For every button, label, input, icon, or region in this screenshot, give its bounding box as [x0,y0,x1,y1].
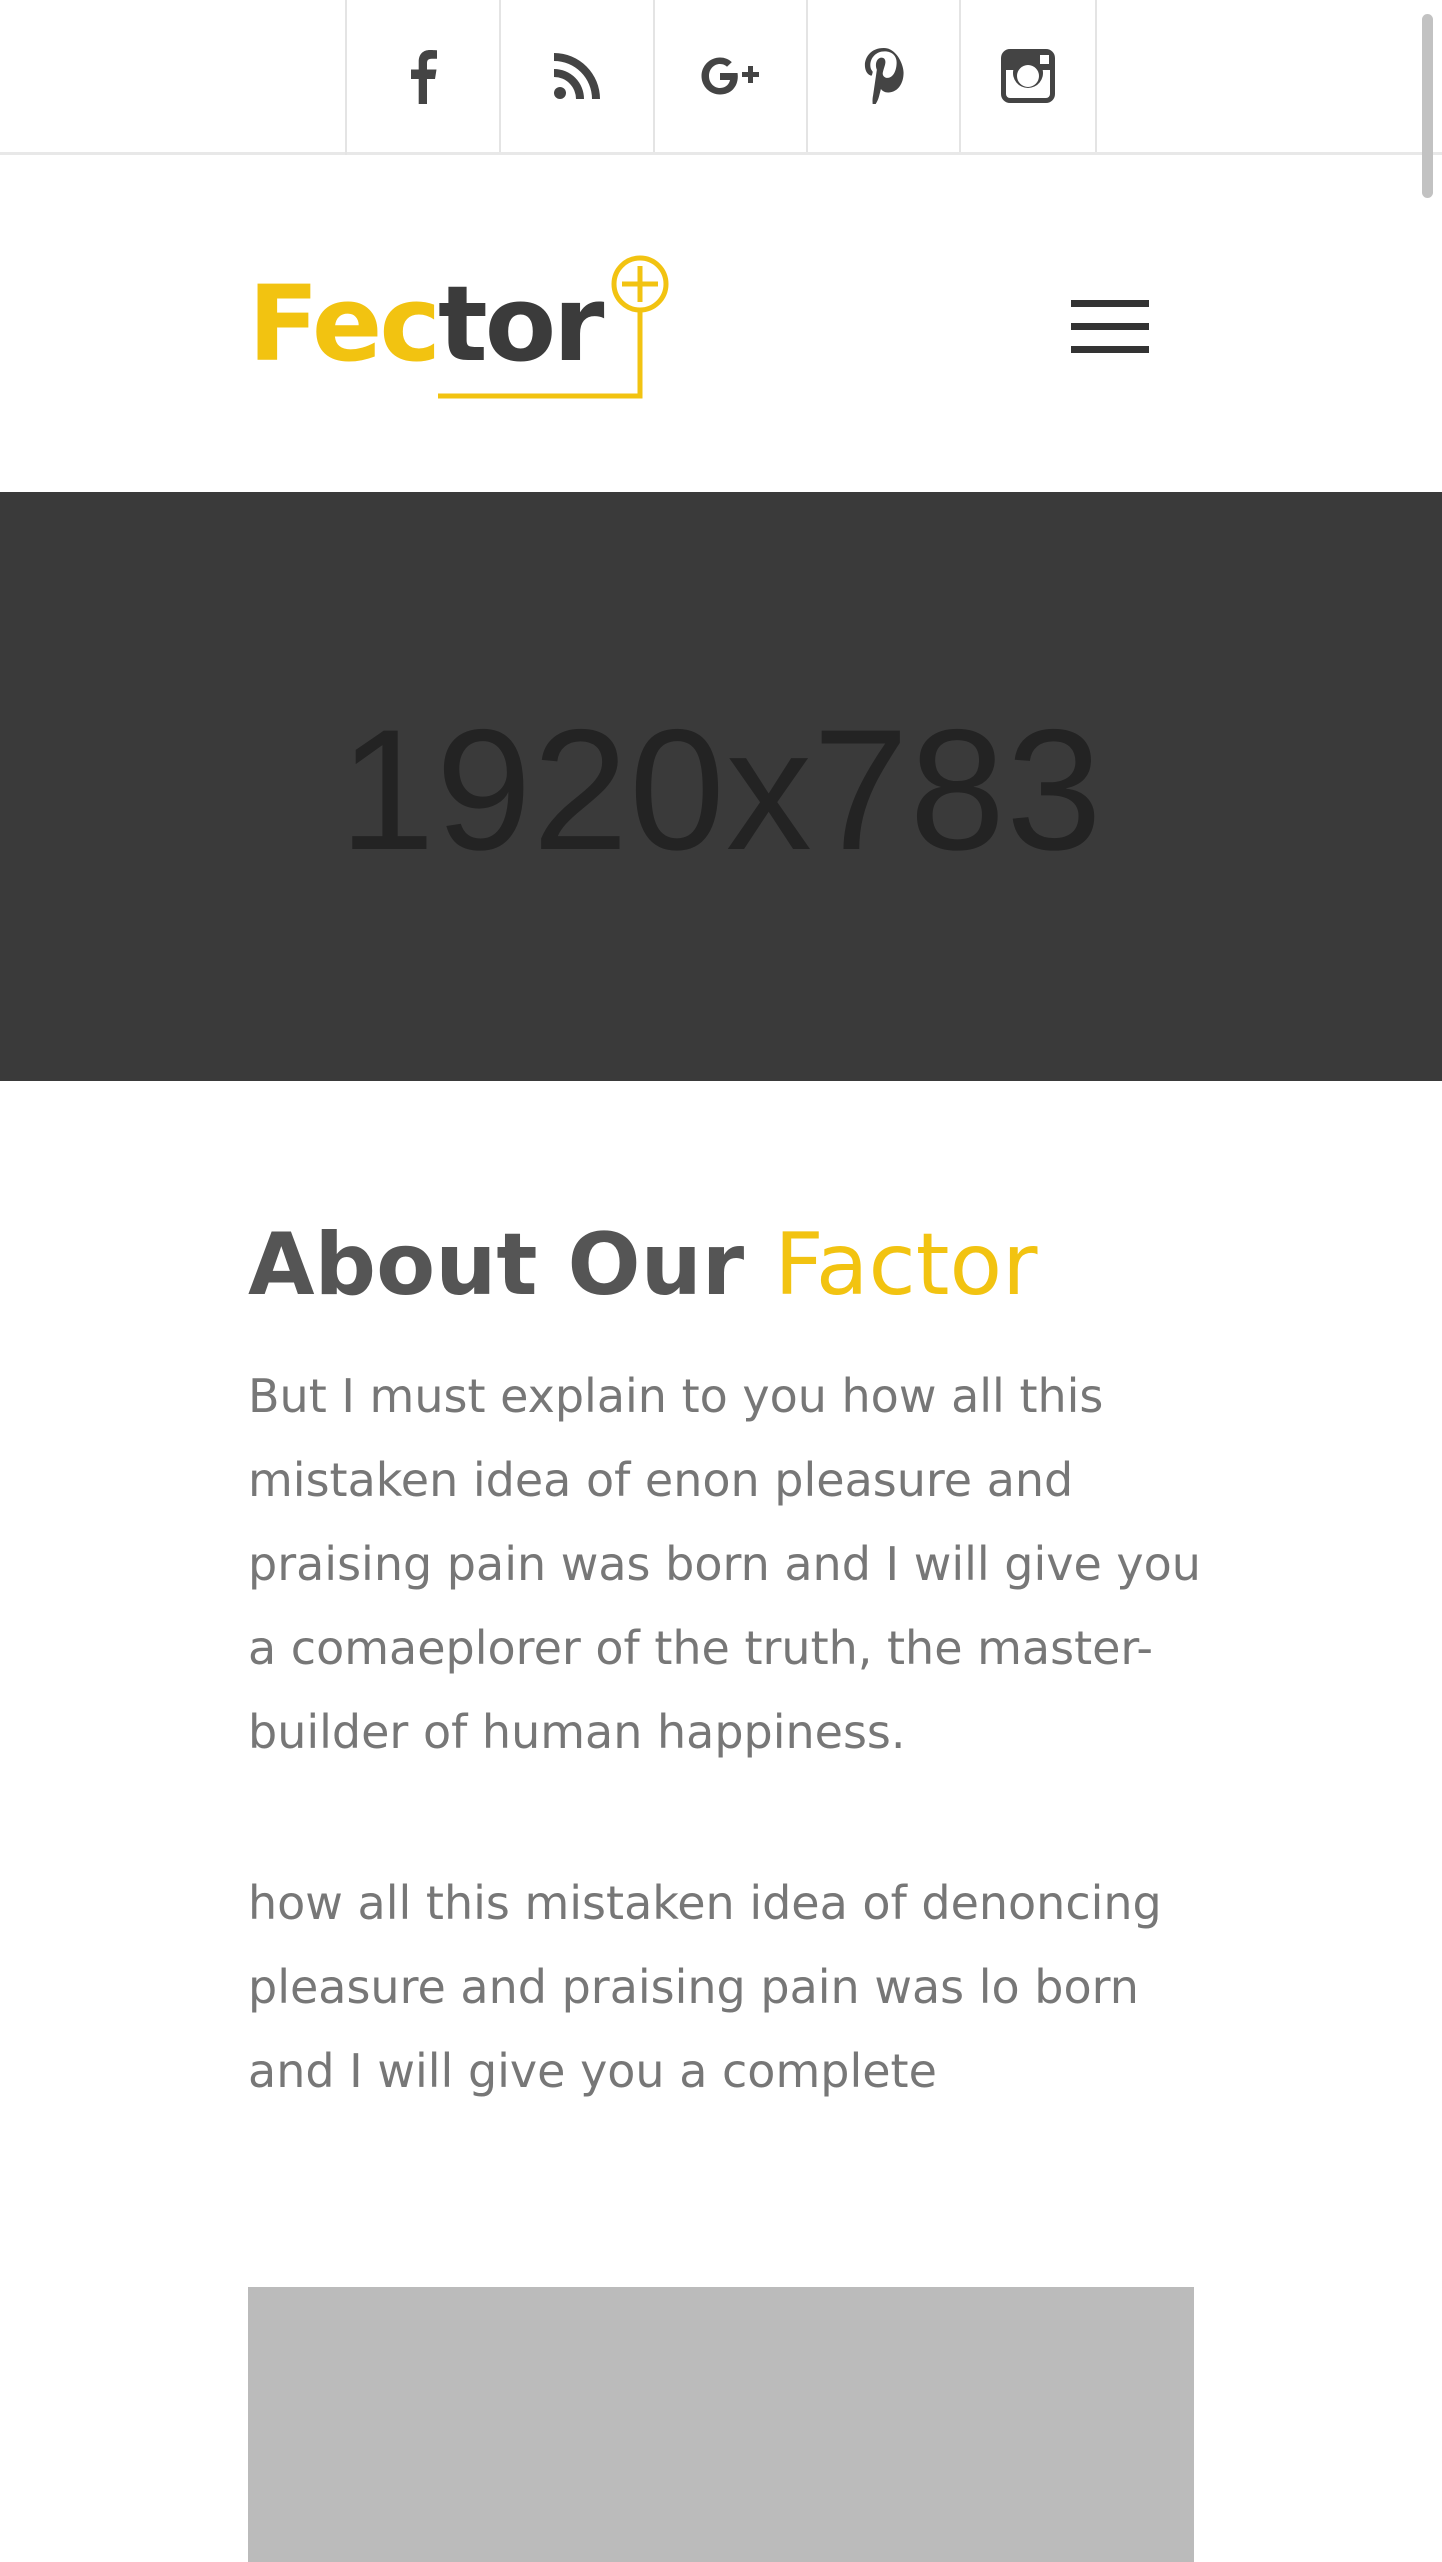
hero-placeholder-text: 1920x783 [339,694,1103,886]
logo-text-tor: tor [438,263,604,385]
hamburger-bar [1071,323,1149,330]
about-heading-main: About Our [248,1215,745,1315]
google-plus-link[interactable] [655,0,808,152]
hero-banner: 1920x783 [0,492,1442,1081]
about-paragraph-1: But I must explain to you how all this m… [248,1369,1201,1759]
site-logo[interactable]: Fector [248,248,672,400]
scrollbar-thumb[interactable] [1422,14,1433,198]
about-paragraph-2: how all this mistaken idea of denoncing … [248,1876,1162,2098]
hamburger-menu-icon[interactable] [1071,298,1149,356]
social-bar [0,0,1442,155]
instagram-link[interactable] [961,0,1097,152]
pinterest-link[interactable] [808,0,961,152]
social-links [345,0,1097,155]
google-plus-icon [701,57,759,95]
hamburger-bar [1071,346,1149,353]
about-heading-accent: Factor [774,1215,1038,1315]
hamburger-bar [1071,300,1149,307]
about-image-placeholder [248,2287,1194,2562]
pinterest-icon [864,48,904,104]
about-heading: About Our Factor [248,1218,1037,1313]
instagram-icon [1001,49,1055,103]
facebook-icon [411,50,437,104]
logo-text-fec: Fec [248,263,441,385]
rss-icon [554,53,600,99]
facebook-link[interactable] [347,0,501,152]
logo-text: Fector [248,272,604,376]
rss-link[interactable] [501,0,655,152]
